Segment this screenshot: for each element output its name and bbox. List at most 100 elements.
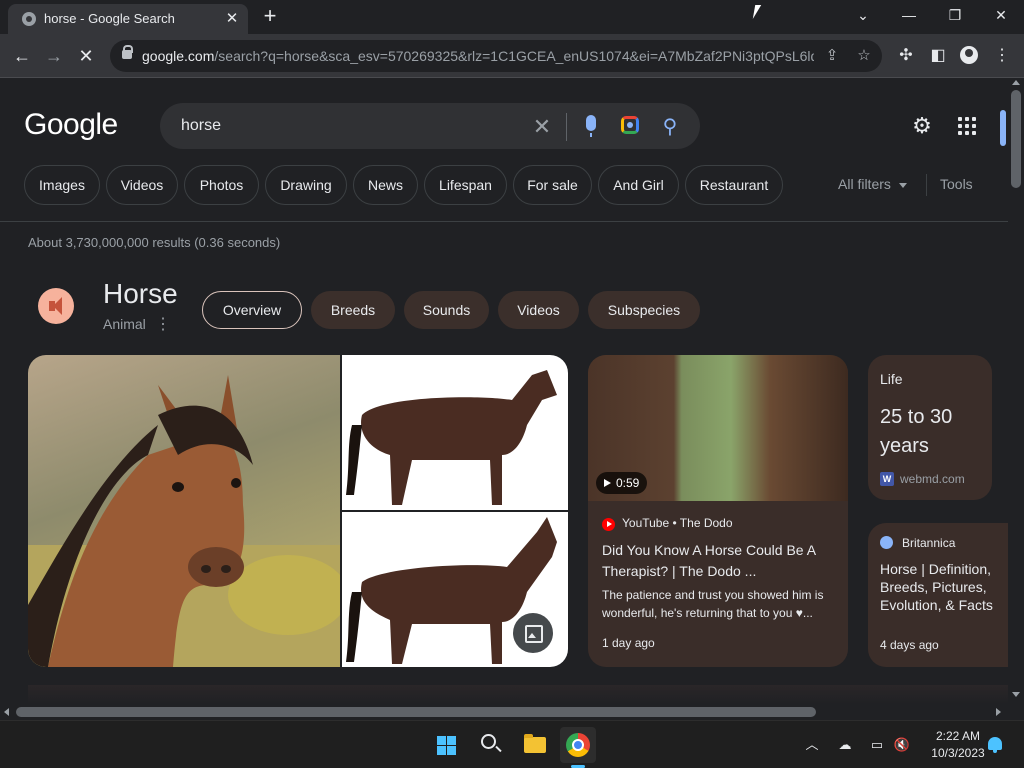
content-fade: [28, 685, 1008, 704]
chip-images[interactable]: Images: [24, 165, 100, 205]
knowledge-panel-title: Horse: [103, 278, 178, 309]
new-tab-button[interactable]: +: [258, 5, 282, 29]
voice-search-mic-icon[interactable]: [586, 115, 596, 137]
windows-logo-icon: [437, 736, 456, 755]
scroll-down-arrow-icon[interactable]: [1012, 692, 1020, 697]
tools-button[interactable]: Tools: [940, 176, 973, 192]
google-logo[interactable]: Google: [24, 108, 118, 142]
file-explorer-button[interactable]: [517, 727, 553, 763]
chip-restaurant[interactable]: Restaurant: [685, 165, 783, 205]
tab-breeds[interactable]: Breeds: [311, 291, 395, 329]
url-host: google.com: [142, 48, 215, 64]
google-apps-grid-icon[interactable]: [958, 117, 976, 135]
clock-date[interactable]: 10/3/2023: [920, 746, 996, 760]
video-duration: 0:59: [616, 476, 640, 490]
stop-loading-icon[interactable]: ✕: [74, 44, 98, 68]
back-arrow-icon[interactable]: ←: [10, 44, 34, 68]
lock-icon: [122, 45, 133, 59]
chip-videos[interactable]: Videos: [106, 165, 178, 205]
chip-for-sale[interactable]: For sale: [513, 165, 592, 205]
minimize-button[interactable]: —: [886, 0, 932, 30]
chip-lifespan[interactable]: Lifespan: [424, 165, 507, 205]
google-lens-icon[interactable]: [621, 116, 639, 134]
youtube-icon: [602, 518, 615, 531]
search-box[interactable]: horse ✕ ⚲: [160, 103, 700, 149]
result-stats: About 3,730,000,000 results (0.36 second…: [28, 235, 281, 250]
settings-gear-icon[interactable]: ⚙: [910, 114, 934, 138]
fact-source: webmd.com: [900, 472, 965, 486]
speaker-muted-icon[interactable]: 🔇: [893, 736, 911, 754]
tab-sounds[interactable]: Sounds: [404, 291, 489, 329]
horse-portrait-image[interactable]: [28, 355, 340, 667]
search-divider: [566, 113, 567, 141]
taskbar-search-button[interactable]: [473, 727, 509, 763]
browser-tab-active[interactable]: horse - Google Search ✕: [8, 4, 248, 34]
menu-kebab-icon[interactable]: ⋮: [990, 44, 1014, 68]
chrome-taskbar-button[interactable]: [560, 727, 596, 763]
vertical-scrollbar[interactable]: [1008, 78, 1024, 704]
horizontal-scroll-thumb[interactable]: [16, 707, 816, 717]
share-icon[interactable]: ⇪: [822, 46, 842, 66]
video-date: 1 day ago: [602, 636, 655, 650]
chrome-icon: [566, 733, 590, 757]
folder-icon: [524, 734, 546, 753]
profile-avatar-icon[interactable]: [960, 46, 978, 64]
restore-button[interactable]: ❐: [932, 0, 978, 30]
clear-search-icon[interactable]: ✕: [530, 115, 554, 139]
forward-arrow-icon[interactable]: →: [42, 44, 66, 68]
more-options-icon[interactable]: ⋮: [155, 316, 171, 334]
tab-videos[interactable]: Videos: [498, 291, 579, 329]
scroll-up-arrow-icon[interactable]: [1012, 80, 1020, 85]
side-accent-bar: [1000, 110, 1006, 146]
horse-portrait-illustration: [28, 375, 340, 667]
tray-chevron-up-icon[interactable]: ︿: [803, 736, 821, 754]
address-bar-url[interactable]: google.com/search?q=horse&sca_esv=570269…: [142, 48, 814, 64]
google-favicon-icon: [22, 12, 36, 26]
side-panel-icon[interactable]: ◧: [926, 44, 950, 68]
tab-close-icon[interactable]: ✕: [222, 9, 242, 29]
weather-cloud-icon[interactable]: ☁: [836, 736, 854, 754]
webmd-icon: W: [880, 472, 894, 486]
scroll-right-arrow-icon[interactable]: [996, 708, 1001, 716]
chip-photos[interactable]: Photos: [184, 165, 259, 205]
bookmark-star-icon[interactable]: ☆: [854, 46, 874, 66]
tab-search-chevron-icon[interactable]: ⌄: [840, 0, 886, 30]
notification-bell-icon[interactable]: [988, 737, 1002, 753]
vertical-scroll-thumb[interactable]: [1011, 90, 1021, 188]
pronunciation-speaker-icon[interactable]: [38, 288, 74, 324]
britannica-icon: [880, 536, 893, 549]
chip-news[interactable]: News: [353, 165, 418, 205]
search-icon[interactable]: ⚲: [658, 115, 682, 139]
chip-and-girl[interactable]: And Girl: [598, 165, 679, 205]
url-path: /search?q=horse&sca_esv=570269325&rlz=1C…: [214, 48, 814, 64]
horse-side-illustration: [346, 370, 557, 505]
horse-side-view-image[interactable]: [342, 355, 568, 510]
knowledge-panel-subtitle: Animal: [103, 316, 146, 332]
header-divider: [0, 221, 1008, 222]
video-duration-badge: 0:59: [596, 472, 648, 494]
video-title[interactable]: Did You Know A Horse Could Be A Therapis…: [602, 540, 834, 582]
clock-time[interactable]: 2:22 AM: [920, 729, 996, 743]
snippet-date: 4 days ago: [880, 638, 939, 652]
display-icon[interactable]: ▭: [868, 736, 886, 754]
scroll-left-arrow-icon[interactable]: [4, 708, 9, 716]
browser-toolbar: ← → ✕ google.com/search?q=horse&sca_esv=…: [0, 34, 1024, 78]
address-bar[interactable]: google.com/search?q=horse&sca_esv=570269…: [110, 40, 882, 72]
start-button[interactable]: [428, 727, 464, 763]
mouse-cursor-icon: [752, 5, 768, 19]
more-images-icon[interactable]: [513, 613, 553, 653]
fact-card-life[interactable]: Life 25 to 30 years W webmd.com: [868, 355, 992, 500]
tab-overview[interactable]: Overview: [202, 291, 302, 329]
search-input[interactable]: horse: [181, 117, 221, 135]
video-card[interactable]: 0:59 YouTube • The Dodo Did You Know A H…: [588, 355, 848, 667]
extensions-puzzle-icon[interactable]: ✣: [894, 44, 918, 68]
britannica-card[interactable]: Britannica Horse | Definition, Breeds, P…: [868, 523, 1008, 667]
all-filters-dropdown[interactable]: All filters: [838, 176, 907, 192]
close-window-button[interactable]: ✕: [978, 0, 1024, 30]
video-source: YouTube • The Dodo: [622, 516, 733, 530]
tab-subspecies[interactable]: Subspecies: [588, 291, 700, 329]
horizontal-scrollbar[interactable]: [0, 704, 1008, 720]
snippet-title[interactable]: Horse | Definition, Breeds, Pictures, Ev…: [880, 560, 1004, 614]
snippet-source: Britannica: [902, 536, 956, 550]
chip-drawing[interactable]: Drawing: [265, 165, 347, 205]
